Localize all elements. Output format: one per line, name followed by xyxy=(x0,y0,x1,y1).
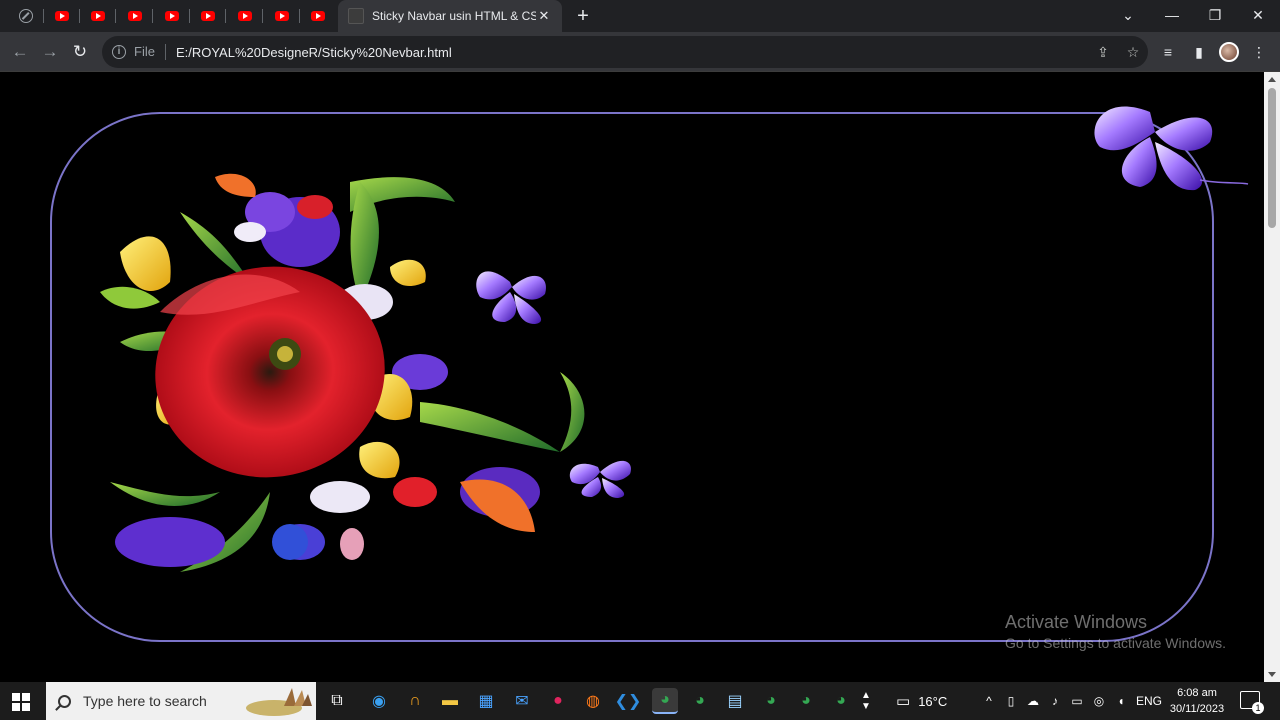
butterfly-small xyxy=(569,460,631,498)
avatar xyxy=(1219,42,1239,62)
volume-icon[interactable]: ◖ xyxy=(1110,694,1132,708)
start-button[interactable] xyxy=(12,693,30,711)
camera-app-icon[interactable]: ● xyxy=(545,688,571,714)
youtube-icon xyxy=(311,11,325,21)
chrome-icon-4[interactable]: ◕ xyxy=(828,688,854,714)
cloud-icon[interactable]: ☁ xyxy=(1022,694,1044,708)
protocol-label: File xyxy=(134,44,166,60)
reading-list-icon[interactable]: ≡ xyxy=(1156,40,1180,64)
youtube-icon xyxy=(165,11,179,21)
windows-taskbar: Type here to search ⧉ ◉ ∩ ▬ ▦ ✉ ● ◍ ❮❯ ◕… xyxy=(0,682,1280,720)
chrome-profile-icon[interactable]: ◕ xyxy=(687,688,713,714)
pinned-tab-youtube[interactable] xyxy=(190,0,226,32)
tab-close-icon[interactable]: ✕ xyxy=(536,8,552,24)
clock-date: 30/11/2023 xyxy=(1169,703,1225,715)
chrome-icon-2[interactable]: ◕ xyxy=(758,688,784,714)
battery-icon[interactable]: ▭ xyxy=(1066,694,1088,708)
scroll-down-arrow-icon[interactable] xyxy=(1268,672,1276,677)
tab-strip: Sticky Navbar usin HTML & CSS ✕ + ⌄ — ❐ … xyxy=(0,0,1280,32)
decorative-artwork xyxy=(100,106,1249,572)
show-hidden-icons-icon[interactable]: ^ xyxy=(978,694,1000,708)
pinned-tab-youtube[interactable] xyxy=(264,0,300,32)
mail-icon[interactable]: ✉ xyxy=(509,688,535,714)
pinned-tab-youtube[interactable] xyxy=(227,0,263,32)
address-bar[interactable]: i File E:/ROYAL%20DesigneR/Sticky%20Nevb… xyxy=(102,36,1148,68)
watermark-title: Activate Windows xyxy=(1005,612,1148,632)
pinned-tab-youtube[interactable] xyxy=(154,0,190,32)
url-text[interactable]: E:/ROYAL%20DesigneR/Sticky%20Nevbar.html xyxy=(176,45,452,60)
pinned-tab-youtube[interactable] xyxy=(44,0,80,32)
page-favicon-icon xyxy=(348,8,364,24)
flower-bouquet xyxy=(100,173,585,572)
search-highlight-icon xyxy=(246,688,312,716)
butterfly-large xyxy=(1094,106,1249,191)
task-view-icon[interactable]: ⧉ xyxy=(324,688,350,714)
weather-icon: ▭ xyxy=(896,693,911,710)
youtube-icon xyxy=(238,11,252,21)
activate-windows-watermark: Activate Windows Go to Settings to activ… xyxy=(1005,612,1226,651)
watermark-subtitle: Go to Settings to activate Windows. xyxy=(1005,635,1226,651)
firefox-icon[interactable]: ◍ xyxy=(580,688,606,714)
restore-button[interactable]: ❐ xyxy=(1193,0,1237,30)
network-icon[interactable]: ◎ xyxy=(1088,694,1110,708)
temperature: 16°C xyxy=(918,693,948,709)
system-clock[interactable]: 6:08 am 30/11/2023 xyxy=(1166,685,1228,717)
info-icon[interactable]: i xyxy=(112,45,126,59)
chrome-icon[interactable]: ◕ xyxy=(652,688,678,714)
share-icon[interactable]: ⇪ xyxy=(1088,44,1118,61)
youtube-icon xyxy=(128,11,142,21)
app-arch-icon[interactable]: ∩ xyxy=(402,688,428,714)
scroll-up-arrow-icon[interactable] xyxy=(1268,77,1276,82)
file-explorer-icon[interactable]: ▬ xyxy=(437,688,463,714)
chrome-icon-3[interactable]: ◕ xyxy=(793,688,819,714)
pinned-tab-youtube[interactable] xyxy=(117,0,153,32)
page-viewport: Activate Windows Go to Settings to activ… xyxy=(0,72,1264,682)
profile-avatar[interactable] xyxy=(1217,40,1241,64)
scrollbar-thumb[interactable] xyxy=(1268,88,1276,228)
pinned-tab-globe[interactable] xyxy=(8,0,44,32)
new-tab-button[interactable]: + xyxy=(572,5,594,27)
browser-toolbar: ← → ↻ i File E:/ROYAL%20DesigneR/Sticky%… xyxy=(0,32,1280,72)
vertical-scrollbar[interactable] xyxy=(1264,72,1280,682)
language-indicator[interactable]: ENG xyxy=(1136,682,1162,720)
youtube-icon xyxy=(201,11,215,21)
pinned-tab-youtube[interactable] xyxy=(300,0,336,32)
system-tray: ^ ▯ ☁ ♪ ▭ ◎ ◖ xyxy=(978,682,1132,720)
minimize-button[interactable]: — xyxy=(1150,0,1194,30)
search-placeholder: Type here to search xyxy=(83,693,207,709)
tab-search-button[interactable]: ⌄ xyxy=(1106,0,1150,30)
close-window-button[interactable]: ✕ xyxy=(1236,0,1280,30)
youtube-icon xyxy=(55,11,69,21)
vscode-icon[interactable]: ❮❯ xyxy=(615,688,642,714)
globe-icon xyxy=(19,9,33,23)
taskbar-search-box[interactable]: Type here to search xyxy=(46,682,316,720)
side-panel-icon[interactable]: ▮ xyxy=(1187,40,1211,64)
active-tab-title: Sticky Navbar usin HTML & CSS xyxy=(372,9,536,23)
youtube-icon xyxy=(91,11,105,21)
search-icon xyxy=(58,694,71,708)
browser-menu-icon[interactable]: ⋮ xyxy=(1247,40,1271,64)
forward-button[interactable]: → xyxy=(36,38,64,66)
taskbar-scroll-icon[interactable]: ▲ ▼ xyxy=(857,688,875,714)
clock-time: 6:08 am xyxy=(1177,687,1217,699)
active-tab[interactable]: Sticky Navbar usin HTML & CSS ✕ xyxy=(338,0,562,32)
pinned-tab-youtube[interactable] xyxy=(80,0,116,32)
back-button[interactable]: ← xyxy=(6,38,34,66)
bookmark-star-icon[interactable]: ☆ xyxy=(1118,44,1148,61)
butterfly-medium xyxy=(476,271,546,324)
store-icon[interactable]: ▦ xyxy=(473,688,499,714)
device-icon[interactable]: ▯ xyxy=(1000,694,1022,708)
weather-widget[interactable]: ▭ 16°C xyxy=(896,682,947,720)
notification-count-badge: 1 xyxy=(1252,702,1264,714)
microphone-icon[interactable]: ♪ xyxy=(1044,694,1066,708)
notepad-icon[interactable]: ▤ xyxy=(722,688,748,714)
reload-button[interactable]: ↻ xyxy=(66,38,94,66)
edge-icon[interactable]: ◉ xyxy=(366,688,392,714)
youtube-icon xyxy=(275,11,289,21)
